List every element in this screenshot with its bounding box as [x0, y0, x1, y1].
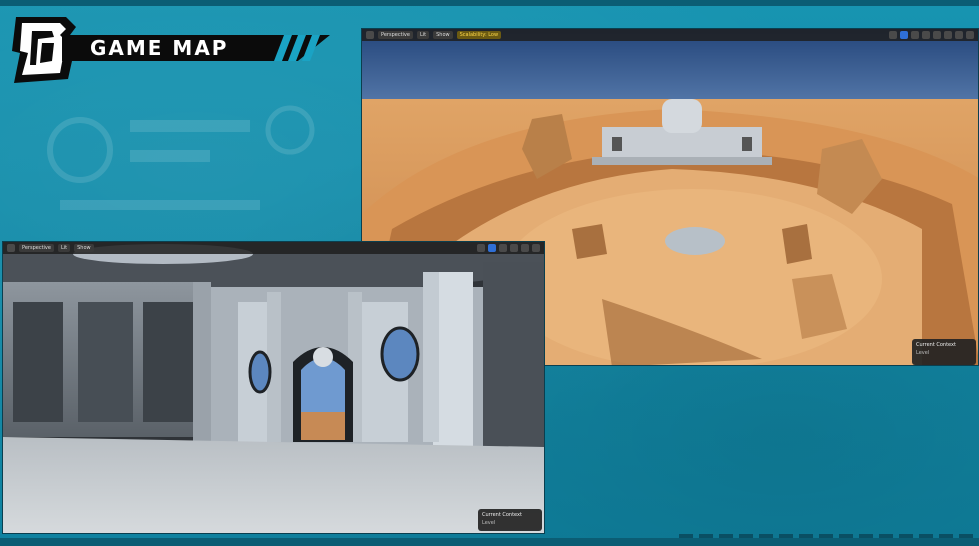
perspective-button[interactable]: Perspective [378, 31, 413, 39]
viewport-toolbar: Perspective Lit Show Scalability: Low [362, 29, 978, 41]
interior-perspective-button[interactable]: Perspective [19, 244, 54, 252]
interior-show-button[interactable]: Show [74, 244, 94, 252]
angle-snap-icon[interactable] [944, 31, 952, 39]
interior-context-title: Current Context [482, 512, 522, 518]
select-icon[interactable] [889, 31, 897, 39]
grid-snap-icon[interactable] [933, 31, 941, 39]
interior-toolbar-right-group [477, 244, 544, 252]
interior-viewport-toolbar: Perspective Lit Show [3, 242, 544, 254]
top-border [0, 0, 979, 6]
interior-maximize-icon[interactable] [532, 244, 540, 252]
bottom-border [0, 534, 979, 546]
banner-stripes [274, 35, 320, 61]
interior-menu-icon[interactable] [7, 244, 15, 252]
scalability-warning-button[interactable]: Scalability: Low [456, 31, 502, 39]
maximize-icon[interactable] [966, 31, 974, 39]
page-title: GAME MAP [90, 36, 229, 60]
lit-button[interactable]: Lit [416, 31, 430, 39]
scale-icon[interactable] [922, 31, 930, 39]
interior-scale-icon[interactable] [510, 244, 518, 252]
interior-scene [3, 242, 544, 533]
show-button[interactable]: Show [433, 31, 453, 39]
interior-context-level: Level [482, 520, 496, 526]
move-icon[interactable] [900, 31, 908, 39]
toolbar-right-group [889, 31, 978, 39]
menu-icon[interactable] [366, 31, 374, 39]
interior-move-icon[interactable] [488, 244, 496, 252]
interior-rotate-icon[interactable] [499, 244, 507, 252]
camera-speed-icon[interactable] [955, 31, 963, 39]
background-decoration [47, 105, 315, 210]
interior-select-icon[interactable] [477, 244, 485, 252]
interior-lit-button[interactable]: Lit [57, 244, 71, 252]
context-level: Level [916, 350, 930, 356]
rotate-icon[interactable] [911, 31, 919, 39]
interior-viewport[interactable]: Perspective Lit Show Current Context Lev… [2, 241, 545, 534]
current-context-panel[interactable]: Current Context Level [912, 339, 976, 365]
interior-current-context-panel[interactable]: Current Context Level [478, 509, 542, 531]
interior-grid-snap-icon[interactable] [521, 244, 529, 252]
context-title: Current Context [916, 342, 956, 348]
